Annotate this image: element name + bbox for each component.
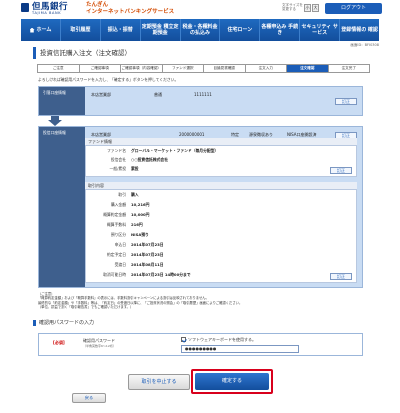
fund-company-value: ○○投資信託株式会社 (131, 157, 169, 162)
cancel-deadline-label: 取消可能日時 (103, 272, 126, 277)
home-icon (29, 27, 35, 33)
nav-item-registration[interactable]: 登録情報の 確認 (340, 19, 379, 41)
custody-type-label: 預り区分 (110, 232, 126, 237)
service-name-line2: インターネットバンキングサービス (86, 9, 175, 15)
step-item: ご注意 (38, 65, 80, 72)
invest-account-number: 2000000001 (179, 132, 205, 137)
contract-date-label: 約定予定日 (107, 252, 126, 257)
instruction-text: よろしければ確認用パスワードを入力し、「確定する」ボタンを押してください。 (38, 77, 179, 82)
withdraw-account-label: 引落口座情報 (39, 87, 85, 115)
required-badge: [必須] (53, 340, 65, 345)
invest-branch: 本店営業部 (91, 132, 111, 137)
notes: （ご注意） 「概算約定金額」および「概算手数料」の表示には、手数料割引キャンペー… (38, 292, 368, 310)
fund-type-label: 一般/累投 (109, 166, 126, 171)
invest-tax-type: 源泉徴収あり (249, 132, 273, 137)
fund-name-label: ファンド名 (107, 148, 126, 153)
step-indicator: ご注意 ご確認事項 ご確認事項（内容確認） ファンド選択 目論見書確認 注文入力… (37, 64, 370, 73)
invest-account-kind: 特定 (231, 132, 239, 137)
application-date-label: 申込日 (114, 242, 126, 247)
custody-type-value: NISA預り (131, 232, 149, 237)
back-button[interactable]: 戻る (72, 393, 106, 403)
fund-info-table: ファンド名 グローバル・マーケット・ファンド（毎月分配型） 投信会社 ○○投資信… (85, 145, 357, 177)
contract-date-value: 2014年07月23日 (131, 252, 164, 257)
down-arrow-icon (48, 116, 62, 126)
fund-company-label: 投信会社 (110, 157, 126, 162)
fund-name-value: グローバル・マーケット・ファンド（毎月分配型） (131, 148, 219, 153)
purchase-amount-label: 購入金額 (110, 202, 126, 207)
step-item: 注文完了 (328, 65, 369, 72)
nav-item-security[interactable]: セキュリティ サービス (300, 19, 341, 41)
main-nav: ホーム 取引履歴 振込・振替 定期預金 積立定期預金 税金・各種料金の払込み 住… (21, 19, 379, 41)
withdraw-account-type: 普通 (154, 92, 162, 97)
trade-type-label: 取引 (118, 192, 126, 197)
notes-line: （単位、損益で割く「取引報告書」でもご確認いただけます。） (38, 305, 134, 310)
nav-item-home[interactable]: ホーム (21, 19, 61, 41)
trade-type-value: 購入 (131, 192, 139, 197)
step-item-active: 注文確認 (287, 65, 329, 72)
font-size-control: 文字サイズを変更する 小 大 (282, 3, 320, 14)
delivery-date-value: 2014年08月11日 (131, 262, 164, 267)
password-section: [必須] 確認用パスワード （半角英数字6〜12桁） ソフトウェアキーボードを使… (38, 333, 363, 356)
withdraw-account-number: 1111111 (194, 92, 212, 97)
application-date-value: 2014年07月23日 (131, 242, 164, 247)
page-title: 投資信託購入注文（注文確認） (40, 49, 131, 57)
software-keyboard-label: ソフトウェアキーボードを使用する。 (188, 337, 256, 342)
trade-info-table: 取引 購入 購入金額 10,216円 概算約定金額 10,000円 概算手数料 … (85, 189, 357, 283)
nav-item-applications[interactable]: 各種申込み 手続き (260, 19, 301, 41)
step-item: ご確認事項 (79, 65, 121, 72)
invest-account-label: 投信口座情報 (39, 127, 85, 287)
bank-name-en: TAJIMA BANK (32, 11, 62, 15)
software-keyboard-toggle[interactable]: ソフトウェアキーボードを使用する。 (181, 337, 256, 342)
confirm-button[interactable]: 確定する (195, 373, 269, 390)
password-label: 確認用パスワード (83, 338, 115, 343)
software-keyboard-checkbox[interactable] (181, 337, 186, 342)
nav-item-time-deposit[interactable]: 定期預金 積立定期預金 (141, 19, 181, 41)
bank-logo-icon (21, 3, 29, 12)
cancel-deadline-value: 2014年07月23日 14時00分まで (131, 272, 191, 277)
font-size-label: 文字サイズを変更する (282, 3, 303, 12)
estimated-contract-label: 概算約定金額 (103, 212, 126, 217)
estimated-contract-value: 10,000円 (131, 212, 150, 217)
purchase-amount-value: 10,216円 (131, 202, 150, 207)
invest-nisa-status: NISA口座開設済 (287, 132, 317, 137)
logout-button[interactable]: ログアウト (325, 3, 382, 14)
service-name-line1: たんぎん (86, 2, 109, 8)
password-input[interactable]: ●●●●●●●●● (181, 345, 299, 353)
stop-transaction-button[interactable]: 取引を中止する (128, 374, 190, 390)
font-size-small-button[interactable]: 小 (304, 4, 311, 12)
step-item: ご確認事項（内容確認） (121, 65, 163, 72)
nav-item-transfer[interactable]: 振込・振替 (101, 19, 141, 41)
fund-info-heading: ファンド情報 (85, 138, 357, 145)
fund-type-value: 累投 (131, 166, 139, 171)
fund-info-edit-button[interactable]: 訂正 (330, 167, 352, 174)
step-item: 目論見書確認 (204, 65, 246, 72)
password-heading: 確認用パスワードの入力 (33, 320, 94, 327)
nav-item-history[interactable]: 取引履歴 (61, 19, 101, 41)
trade-info-edit-button[interactable]: 訂正 (330, 273, 352, 280)
password-format-hint: （半角英数字6〜12桁） (83, 344, 116, 348)
estimated-fee-value: 216円 (131, 222, 143, 227)
trade-info-heading: 取引内容 (85, 182, 357, 189)
delivery-date-label: 受渡日 (114, 262, 126, 267)
estimated-fee-label: 概算手数料 (107, 222, 126, 227)
page-title-wrap: 投資信託購入注文（注文確認） (33, 47, 369, 59)
step-item: 注文入力 (245, 65, 287, 72)
nav-item-payments[interactable]: 税金・各種料金の払込み (181, 19, 221, 41)
withdraw-edit-button[interactable]: 訂正 (335, 98, 357, 105)
withdraw-branch: 本店営業部 (91, 92, 111, 97)
nav-item-housing-loan[interactable]: 住宅ローン (220, 19, 261, 41)
header: 但馬銀行 TAJIMA BANK たんぎん インターネットバンキングサービス 文… (0, 0, 400, 18)
step-item: ファンド選択 (162, 65, 204, 72)
font-size-large-button[interactable]: 大 (312, 4, 319, 12)
withdraw-account-section: 引落口座情報 本店営業部 普通 1111111 訂正 (38, 86, 363, 116)
